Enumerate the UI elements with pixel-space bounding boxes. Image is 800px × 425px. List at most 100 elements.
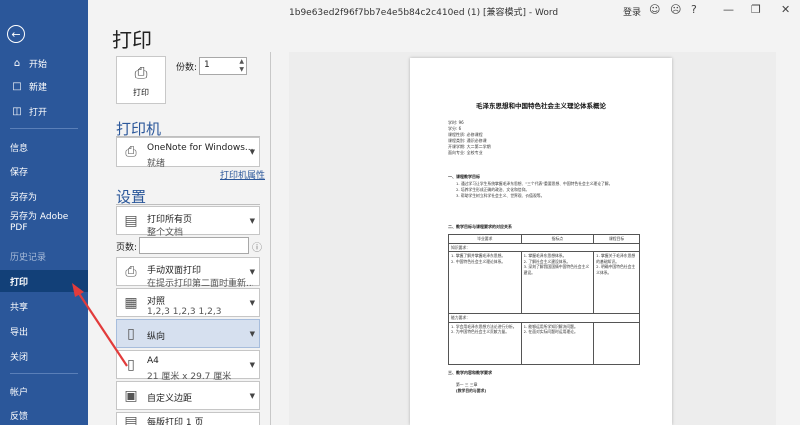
chevron-down-icon: ▼ [249, 298, 255, 307]
nav-item-print[interactable]: 打印 [0, 270, 88, 292]
section-heading: 二、教学目标与课程要求的对应关系 [448, 224, 512, 229]
chevron-down-icon: ▼ [249, 391, 255, 400]
nav-item-save-as[interactable]: 另存为 [0, 185, 88, 207]
table-cell: 1. 掌握关于毛泽东思想的基础知识。 2. 明确中国特色社会主义体系。 [593, 251, 640, 314]
print-button[interactable]: ⎙ 打印 [116, 56, 166, 104]
setting-label: A4 [147, 356, 159, 366]
duplex-printer-icon: ⎙ [125, 263, 137, 280]
pages-input[interactable] [139, 237, 249, 254]
table-subheader: 能力要求： [448, 313, 640, 323]
nav-item-account[interactable]: 帐户 [0, 380, 88, 402]
margins-select[interactable]: ▣ 自定义边距 ▼ [116, 381, 260, 410]
requirements-table: 毕业要求 指标点 课程目标 知识要求： 1. 掌握了解并掌握毛泽东思想。 2. 中… [448, 234, 640, 365]
table-cell: 1. 掌握毛泽东思想体系。 2. 了解社会主义建设体系。 3. 深刻了解我国国情中国… [520, 251, 595, 314]
nav-item-label: 打开 [29, 107, 48, 118]
nav-item-home[interactable]: ⌂ 开始 [0, 52, 88, 74]
chevron-down-icon: ▼ [249, 148, 255, 156]
nav-item-label: 关闭 [10, 352, 29, 363]
spinner-icon[interactable]: ▲ ▼ [239, 58, 244, 74]
minimize-icon[interactable]: — [723, 3, 734, 16]
smile-feedback-icon[interactable]: ☺ [649, 3, 660, 16]
nav-item-feedback[interactable]: 反馈 [0, 404, 88, 425]
setting-label: 自定义边距 [147, 394, 193, 404]
nav-item-label: 历史记录 [10, 252, 47, 263]
section-heading: 一、课程教学目标 [448, 174, 480, 179]
copies-input[interactable]: 1 ▲ ▼ [199, 57, 247, 75]
printer-select[interactable]: ⎙ OneNote for Windows... 就绪 ▼ [116, 137, 260, 169]
close-window-icon[interactable]: ✕ [781, 3, 790, 16]
setting-label: 每版打印 1 页 [147, 418, 204, 425]
setting-label: 打印所有页 [147, 215, 193, 225]
table-cell: 1. 学会用毛泽东思想方法论进行分析。 2. 为中国特色社会主义贡献力量。 [448, 321, 522, 365]
nav-item-save-as-pdf[interactable]: 另存为 Adobe PDF [0, 212, 88, 240]
nav-item-label: 开始 [29, 59, 48, 70]
window-title: 1b9e63ed2f96f7bb7e4e5b84c2c410ed (1) [兼容… [289, 8, 559, 18]
nav-item-label: 另存为 Adobe PDF [10, 212, 69, 233]
table-cell: 1. 能够运用所学知识解决问题。 2. 在面对实际问题时运用理论。 [520, 321, 595, 365]
nav-item-label: 信息 [10, 143, 29, 154]
nav-item-info[interactable]: 信息 [0, 136, 88, 158]
nav-item-new[interactable]: □ 新建 [0, 75, 88, 97]
page-title: 打印 [112, 28, 152, 52]
paragraph-line: 3. 帮助学生树立科学社会主义、世界观、价值观等。 [456, 193, 545, 198]
collate-icon: ▦ [124, 294, 138, 311]
section-divider [116, 204, 260, 205]
setting-sublabel: 1,2,3 1,2,3 1,2,3 [147, 307, 222, 317]
nav-item-label: 另存为 [10, 192, 38, 203]
nav-item-open[interactable]: ◫ 打开 [0, 100, 88, 122]
printer-ready-icon: ⎙ [125, 144, 137, 160]
orientation-select[interactable]: ▯ 纵向 ▼ [116, 319, 260, 348]
nav-item-close[interactable]: 关闭 [0, 345, 88, 367]
nav-item-share[interactable]: 共享 [0, 295, 88, 317]
nav-item-label: 新建 [29, 82, 48, 93]
paper-size-icon: ▯ [127, 356, 135, 373]
section-paragraph: 第一 三 三章 [教学目的与要求] [456, 382, 636, 394]
duplex-select[interactable]: ⎙ 手动双面打印 在提示打印第二面时重新... ▼ [116, 257, 260, 289]
nav-item-history[interactable]: 历史记录 [0, 245, 88, 267]
print-range-select[interactable]: ▤ 打印所有页 整个文档 ▼ [116, 206, 260, 238]
nav-item-label: 共享 [10, 302, 29, 313]
document-meta: 学时: 96 学分: 6 课程性质: 必修课程 课程类别: 通识必修课 开课学期… [448, 120, 491, 156]
printer-properties-link[interactable]: 打印机属性 [220, 168, 265, 181]
backstage-nav: ← ⌂ 开始 □ 新建 ◫ 打开 信息 保存 另存为 另存为 Adobe PDF… [0, 0, 88, 425]
nav-item-label: 帐户 [10, 387, 29, 398]
paragraph-line: [教学目的与要求] [456, 388, 487, 393]
paper-size-select[interactable]: ▯ A4 21 厘米 x 29.7 厘米 ▼ [116, 350, 260, 382]
nav-item-export[interactable]: 导出 [0, 320, 88, 342]
nav-divider [10, 373, 78, 374]
frown-feedback-icon[interactable]: ☹ [670, 3, 681, 16]
document-title: 毛泽东思想和中国特色社会主义理论体系概论 [476, 102, 606, 110]
table-header: 指标点 [520, 234, 595, 244]
copies-label: 份数: [176, 63, 198, 73]
printer-icon: ⎙ [134, 62, 148, 82]
print-button-label: 打印 [133, 87, 149, 97]
back-arrow-icon[interactable]: ← [7, 25, 25, 43]
section-heading: 三、教学内容和教学要求 [448, 370, 492, 375]
margins-icon: ▣ [124, 387, 138, 404]
copies-value: 1 [204, 60, 210, 70]
nav-item-save[interactable]: 保存 [0, 160, 88, 182]
info-icon[interactable]: ⓘ [252, 239, 262, 254]
restore-icon[interactable]: ❐ [751, 3, 761, 16]
new-document-icon: □ [12, 80, 22, 92]
chevron-down-icon: ▼ [249, 329, 255, 338]
help-icon[interactable]: ? [691, 3, 697, 16]
table-header: 课程目标 [593, 234, 640, 244]
nav-divider [10, 128, 78, 129]
table-cell: 1. 掌握了解并掌握毛泽东思想。 2. 中国特色社会主义理论体系。 [448, 251, 522, 314]
title-bar: 1b9e63ed2f96f7bb7e4e5b84c2c410ed (1) [兼容… [88, 0, 800, 22]
section-paragraph: 1. 通过学习让学生系统掌握毛泽东思想、"三个代表"重要思想、中国特色社会主义理… [456, 181, 636, 199]
home-icon: ⌂ [13, 57, 21, 69]
table-subheader: 知识要求： [448, 242, 640, 252]
pages-per-sheet-icon: ▤ [124, 414, 138, 425]
collate-select[interactable]: ▦ 对照 1,2,3 1,2,3 1,2,3 ▼ [116, 288, 260, 317]
nav-item-label: 导出 [10, 327, 29, 338]
pages-label: 页数: [116, 243, 138, 253]
printer-name: OneNote for Windows... [147, 143, 253, 153]
document-pages-icon: ▤ [124, 212, 138, 229]
table-cell [593, 321, 640, 365]
pane-divider [270, 52, 271, 425]
login-link[interactable]: 登录 [623, 5, 641, 18]
preview-scrollbar[interactable] [790, 22, 800, 425]
pages-per-sheet-select[interactable]: ▤ 每版打印 1 页 [116, 412, 260, 425]
